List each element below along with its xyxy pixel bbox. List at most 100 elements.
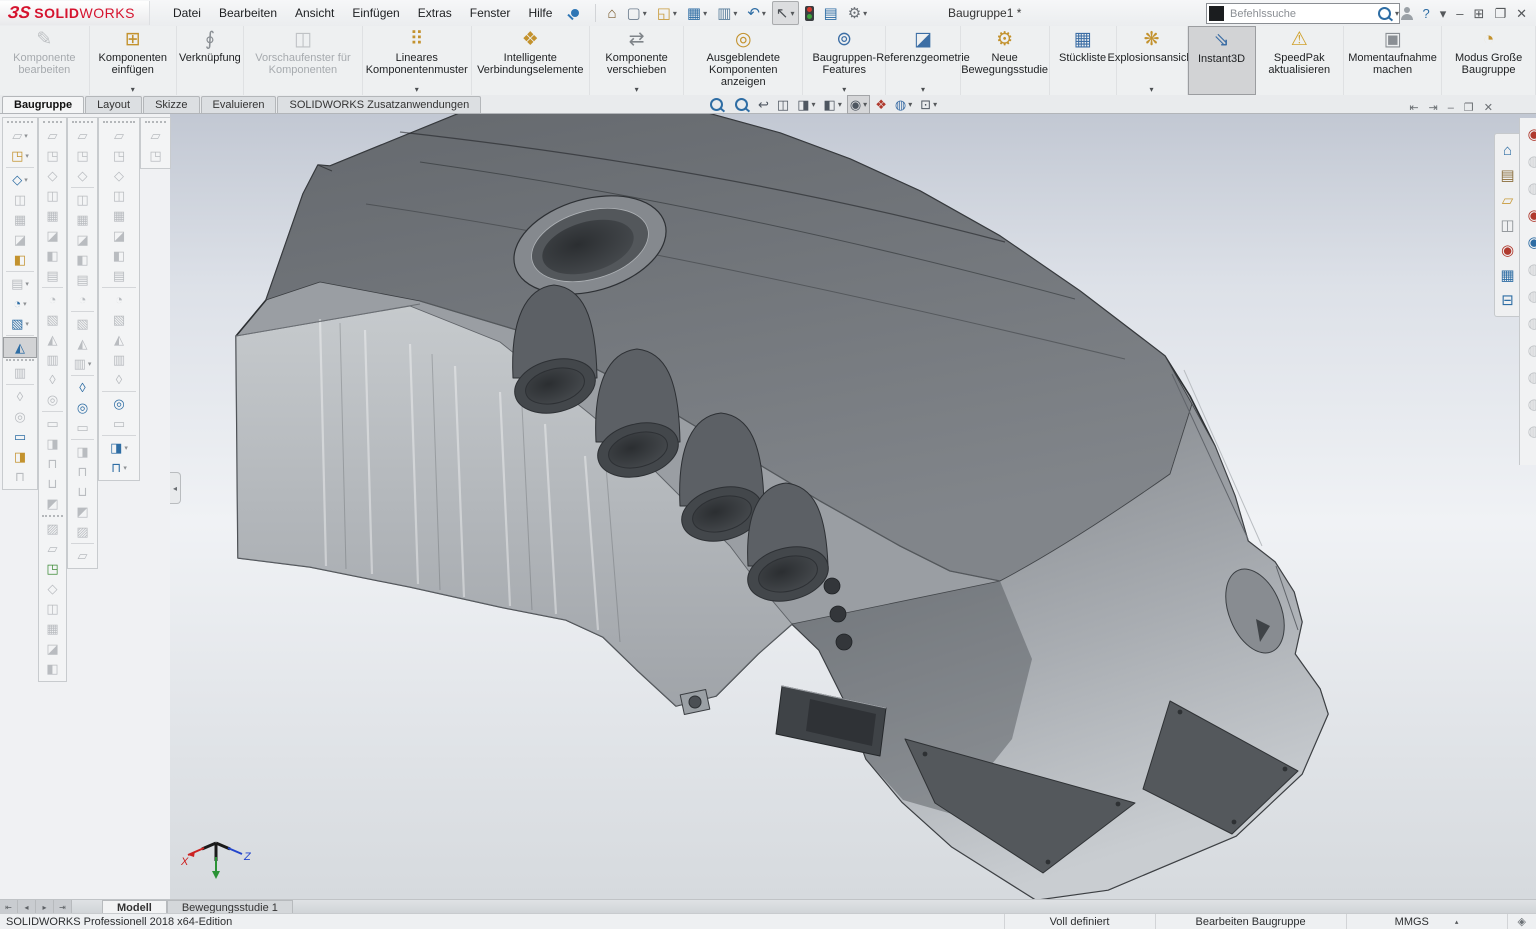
- graphics-viewport[interactable]: ◂ X Z ⌂▤▱◫◉▦⊟ ◉◍◍◉◉◍◍◍◍◍◍◍: [170, 114, 1536, 899]
- cad-tool-icon[interactable]: ◨: [4, 447, 36, 466]
- print-button[interactable]: ▥▾: [713, 1, 741, 25]
- menu-fenster[interactable]: Fenster: [461, 2, 520, 24]
- dropdown-caret-icon[interactable]: ▾: [908, 100, 912, 109]
- search-magnifier-icon[interactable]: [1378, 7, 1391, 20]
- tab-scroll-button-1[interactable]: ◂: [18, 900, 36, 914]
- save-button[interactable]: ▦▾: [683, 1, 711, 25]
- dropdown-caret-icon[interactable]: ▾: [124, 444, 128, 452]
- span-displays-icon[interactable]: ⊞: [1470, 1, 1489, 25]
- dropdown-caret-icon[interactable]: ▾: [863, 100, 867, 109]
- new-motion-study-button[interactable]: ⚙Neue Bewegungsstudie: [961, 26, 1050, 95]
- apply-scene-icon[interactable]: ◍▾: [892, 95, 915, 114]
- dropdown-caret-icon[interactable]: ▾: [762, 9, 766, 18]
- dropdown-caret-icon[interactable]: ▾: [23, 300, 27, 308]
- pin-menu-icon[interactable]: [571, 9, 579, 17]
- cad-tool-icon[interactable]: ▭: [4, 427, 36, 446]
- dropdown-caret-icon[interactable]: ▾: [933, 100, 937, 109]
- cad-tool-icon[interactable]: ◎: [100, 394, 138, 413]
- move-component-button[interactable]: ⇄Komponente verschieben▾: [590, 26, 684, 95]
- show-hidden-components-button[interactable]: ◎Ausgeblendete Komponenten anzeigen: [684, 26, 803, 95]
- file-explorer-icon[interactable]: ▱: [1496, 188, 1519, 212]
- menu-hilfe[interactable]: Hilfe: [519, 2, 561, 24]
- custom-properties-icon[interactable]: ▦: [1496, 263, 1519, 287]
- dropdown-caret-icon[interactable]: ▾: [88, 360, 92, 368]
- tab-skizze[interactable]: Skizze: [143, 96, 199, 113]
- tab-layout[interactable]: Layout: [85, 96, 142, 113]
- dropdown-caret-icon[interactable]: ▾: [25, 280, 29, 288]
- rebuild-button[interactable]: [801, 1, 818, 25]
- insert-components-button[interactable]: ⊞Komponenten einfügen▾: [90, 26, 177, 95]
- take-snapshot-button[interactable]: ▣Momentaufnahme machen: [1344, 26, 1442, 95]
- bill-of-materials-button[interactable]: ▦Stückliste: [1050, 26, 1117, 95]
- tab-scroll-button-0[interactable]: ⇤: [0, 900, 18, 914]
- view-orientation-icon[interactable]: ◨▾: [794, 95, 818, 114]
- cad-tool-icon[interactable]: ◔▾: [4, 294, 36, 313]
- cad-tool-icon[interactable]: ◊: [69, 378, 96, 397]
- smart-fasteners-button[interactable]: ❖Intelligente Verbindungselemente: [472, 26, 590, 95]
- cad-tool-icon[interactable]: ▧▾: [4, 314, 36, 333]
- dropdown-caret-icon[interactable]: ▾: [673, 9, 677, 18]
- dropdown-caret-icon[interactable]: ▾: [24, 176, 28, 184]
- appearance-tool-icon[interactable]: ◉: [1523, 202, 1536, 228]
- cad-tool-icon[interactable]: ◳▾: [4, 146, 36, 165]
- assembly-features-button[interactable]: ⊚Baugruppen-Features▾: [803, 26, 886, 95]
- dropdown-caret-icon[interactable]: ▾: [703, 9, 707, 18]
- zoom-to-area-icon[interactable]: [730, 95, 753, 114]
- dropdown-caret-icon[interactable]: ▾: [24, 132, 28, 140]
- design-library-icon[interactable]: ▤: [1496, 163, 1519, 187]
- unit-caret-icon[interactable]: ▴: [1455, 918, 1459, 926]
- help-caret-icon[interactable]: ▾: [1436, 1, 1451, 25]
- file-properties-button[interactable]: ▤: [820, 1, 842, 25]
- dropdown-caret-icon[interactable]: ▾: [25, 320, 29, 328]
- dropdown-caret-icon[interactable]: ▾: [863, 9, 867, 18]
- section-view-icon[interactable]: ◫: [774, 95, 792, 114]
- edit-appearance-icon[interactable]: ❖: [872, 95, 890, 114]
- undo-button[interactable]: ↶▾: [743, 1, 770, 25]
- appearances-icon[interactable]: ◉: [1496, 238, 1519, 262]
- dropdown-caret-icon[interactable]: ▾: [791, 9, 795, 18]
- appearance-tool-icon[interactable]: ◉: [1523, 121, 1536, 147]
- display-style-icon[interactable]: ◧▾: [821, 95, 845, 114]
- linear-component-pattern-button[interactable]: ⠿Lineares Komponentenmuster▾: [363, 26, 472, 95]
- dropdown-caret-icon[interactable]: ▾: [838, 100, 842, 109]
- options-button[interactable]: ⚙▾: [844, 1, 871, 25]
- tab-baugruppe[interactable]: Baugruppe: [2, 96, 84, 113]
- tab-scroll-button-3[interactable]: ⇥: [54, 900, 72, 914]
- cad-tool-icon[interactable]: ◧: [4, 250, 36, 269]
- command-search[interactable]: ▾: [1206, 3, 1400, 24]
- previous-view-icon[interactable]: ↩: [755, 95, 772, 114]
- tab-evaluieren[interactable]: Evaluieren: [201, 96, 277, 113]
- cad-tool-icon[interactable]: ◨▾: [100, 438, 138, 457]
- mate-button[interactable]: ∮Verknüpfung: [177, 26, 244, 95]
- open-button[interactable]: ◱▾: [653, 1, 681, 25]
- status-gem-icon[interactable]: ◈: [1507, 914, 1536, 929]
- cad-tool-icon[interactable]: ◳: [40, 559, 65, 578]
- menu-datei[interactable]: Datei: [164, 2, 210, 24]
- home-tab-icon[interactable]: ⌂: [1496, 138, 1519, 162]
- cad-tool-icon[interactable]: ◇▾: [4, 170, 36, 189]
- forum-icon[interactable]: ⊟: [1496, 288, 1519, 312]
- menu-ansicht[interactable]: Ansicht: [286, 2, 343, 24]
- dropdown-caret-icon[interactable]: ▾: [123, 464, 127, 472]
- appearance-tool-icon[interactable]: ◉: [1523, 229, 1536, 255]
- view-palette-icon[interactable]: ◫: [1496, 213, 1519, 237]
- menu-extras[interactable]: Extras: [409, 2, 461, 24]
- dropdown-caret-icon[interactable]: ▾: [812, 100, 816, 109]
- tab-scroll-button-2[interactable]: ▸: [36, 900, 54, 914]
- select-button[interactable]: ↖▾: [772, 1, 799, 25]
- help-icon[interactable]: ?: [1419, 1, 1434, 25]
- view-settings-icon[interactable]: ⊡▾: [917, 95, 940, 114]
- tab-solidworks-zusatzanwendungen[interactable]: SOLIDWORKS Zusatzanwendungen: [277, 96, 481, 113]
- home-button[interactable]: ⌂: [603, 1, 620, 25]
- tab-modell[interactable]: Modell: [102, 900, 167, 914]
- tab-bewegungsstudie-1[interactable]: Bewegungsstudie 1: [167, 900, 293, 914]
- new-document-button[interactable]: ▢▾: [623, 1, 651, 25]
- featuremanager-collapse-tab[interactable]: ◂: [170, 472, 181, 504]
- restore-icon[interactable]: ❐: [1490, 1, 1510, 25]
- search-input[interactable]: [1228, 7, 1376, 21]
- exploded-view-button[interactable]: ❋Explosionsansicht▾: [1117, 26, 1188, 95]
- update-speedpak-button[interactable]: ⚠SpeedPak aktualisieren: [1256, 26, 1344, 95]
- menu-bearbeiten[interactable]: Bearbeiten: [210, 2, 286, 24]
- cad-tool-icon[interactable]: ◎: [69, 398, 96, 417]
- large-assembly-mode-button[interactable]: ◔Modus Große Baugruppe: [1442, 26, 1536, 95]
